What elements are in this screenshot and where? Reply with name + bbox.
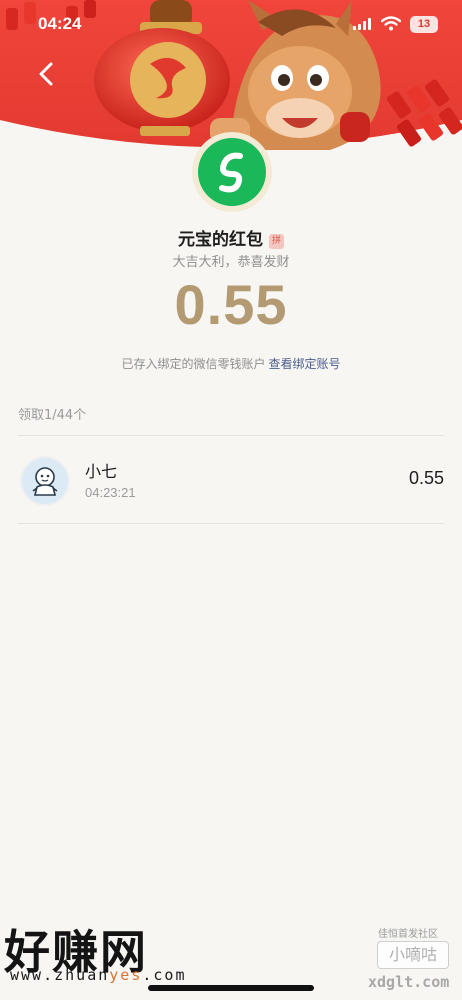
home-indicator[interactable] [148, 985, 314, 991]
view-bound-account-link[interactable]: 查看绑定账号 [269, 357, 341, 371]
record-name: 小七 [85, 462, 118, 481]
pin-badge: 拼 [269, 234, 284, 249]
yuanbao-logo-icon [219, 152, 243, 193]
cellular-signal-icon [353, 18, 371, 30]
deposit-info: 已存入绑定的微信零钱账户 查看绑定账号 [0, 355, 462, 372]
cartoon-avatar-icon [32, 467, 58, 496]
greeting-text: 大吉大利，恭喜发财 [172, 255, 290, 270]
watermark-right-url: xdglt.com [368, 973, 450, 991]
sender-title: 元宝的红包 [178, 230, 263, 250]
list-item[interactable]: 小七 04:23:21 0.55 [0, 436, 462, 524]
record-time: 04:23:21 [85, 485, 136, 500]
battery-icon: 13 [410, 16, 438, 33]
packet-amount: 0.55 [174, 273, 288, 336]
avatar [20, 456, 70, 506]
watermark-left-url: www.zhuanyes.com [10, 966, 187, 984]
record-amount: 0.55 [408, 468, 444, 488]
sender-title-row: 元宝的红包拼 [0, 225, 462, 250]
yuanbao-logo [198, 138, 266, 206]
watermark-right-caption: 佳恒首发社区 [378, 929, 438, 940]
wifi-icon [381, 16, 401, 31]
status-time: 04:24 [38, 14, 82, 33]
watermark-right-badge: 小嘀咕 [377, 941, 449, 969]
deposit-text: 已存入绑定的微信零钱账户 [121, 357, 266, 371]
received-count: 领取1/44个 [18, 408, 87, 423]
status-bar: 04:24 13 [0, 0, 462, 48]
sender-avatar [192, 132, 272, 212]
divider [18, 523, 444, 524]
back-button[interactable] [34, 60, 62, 88]
chevron-left-icon [39, 62, 53, 86]
